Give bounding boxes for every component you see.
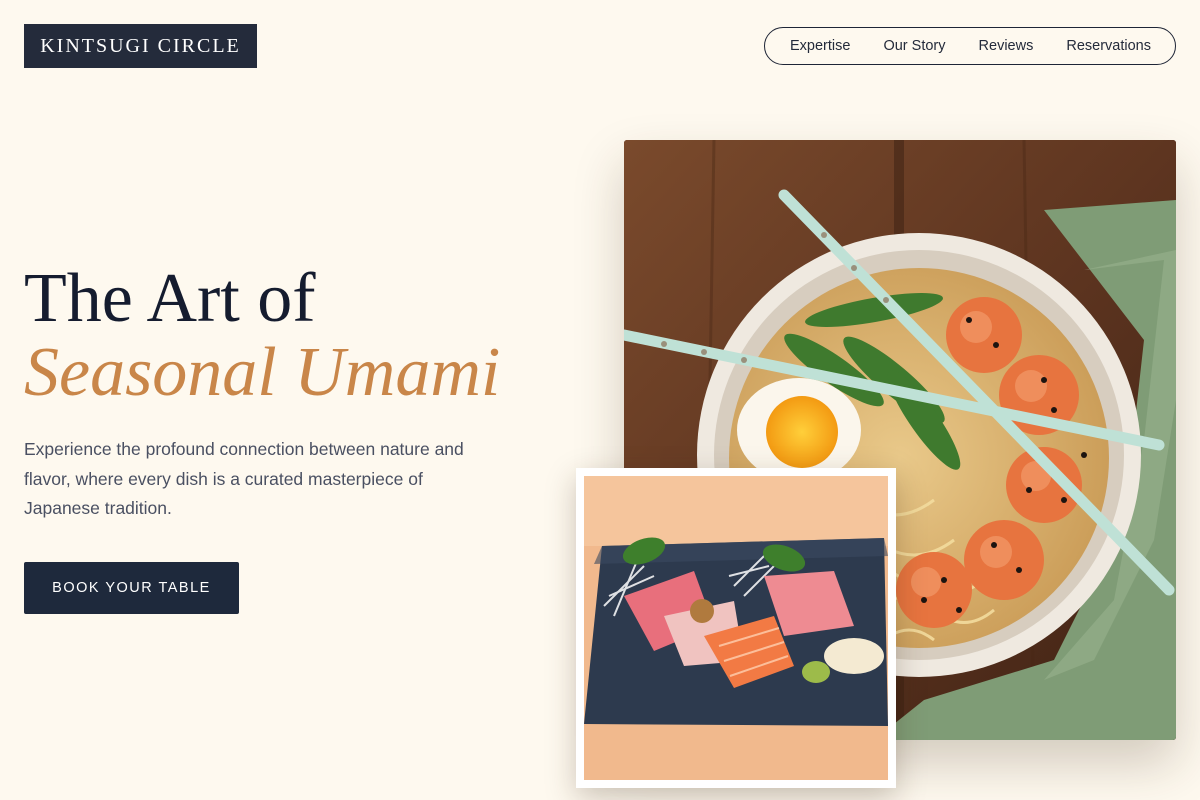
brand-logo[interactable]: KINTSUGI CIRCLE xyxy=(24,24,257,68)
nav-item-expertise[interactable]: Expertise xyxy=(790,38,850,54)
nav-item-reviews[interactable]: Reviews xyxy=(979,38,1034,54)
hero-title-line1: The Art of xyxy=(24,260,316,337)
hero-title: The Art of Seasonal Umami xyxy=(24,262,500,410)
nav-item-our-story[interactable]: Our Story xyxy=(883,38,945,54)
brand-name: KINTSUGI CIRCLE xyxy=(40,34,241,57)
nav-item-reservations[interactable]: Reservations xyxy=(1066,38,1151,54)
hero-description: Experience the profound connection betwe… xyxy=(24,439,464,518)
main-nav: Expertise Our Story Reviews Reservations xyxy=(764,27,1176,65)
sashimi-photo xyxy=(576,468,896,788)
book-table-button[interactable]: BOOK YOUR TABLE xyxy=(24,562,239,614)
hero-title-accent: Seasonal Umami xyxy=(24,334,501,411)
